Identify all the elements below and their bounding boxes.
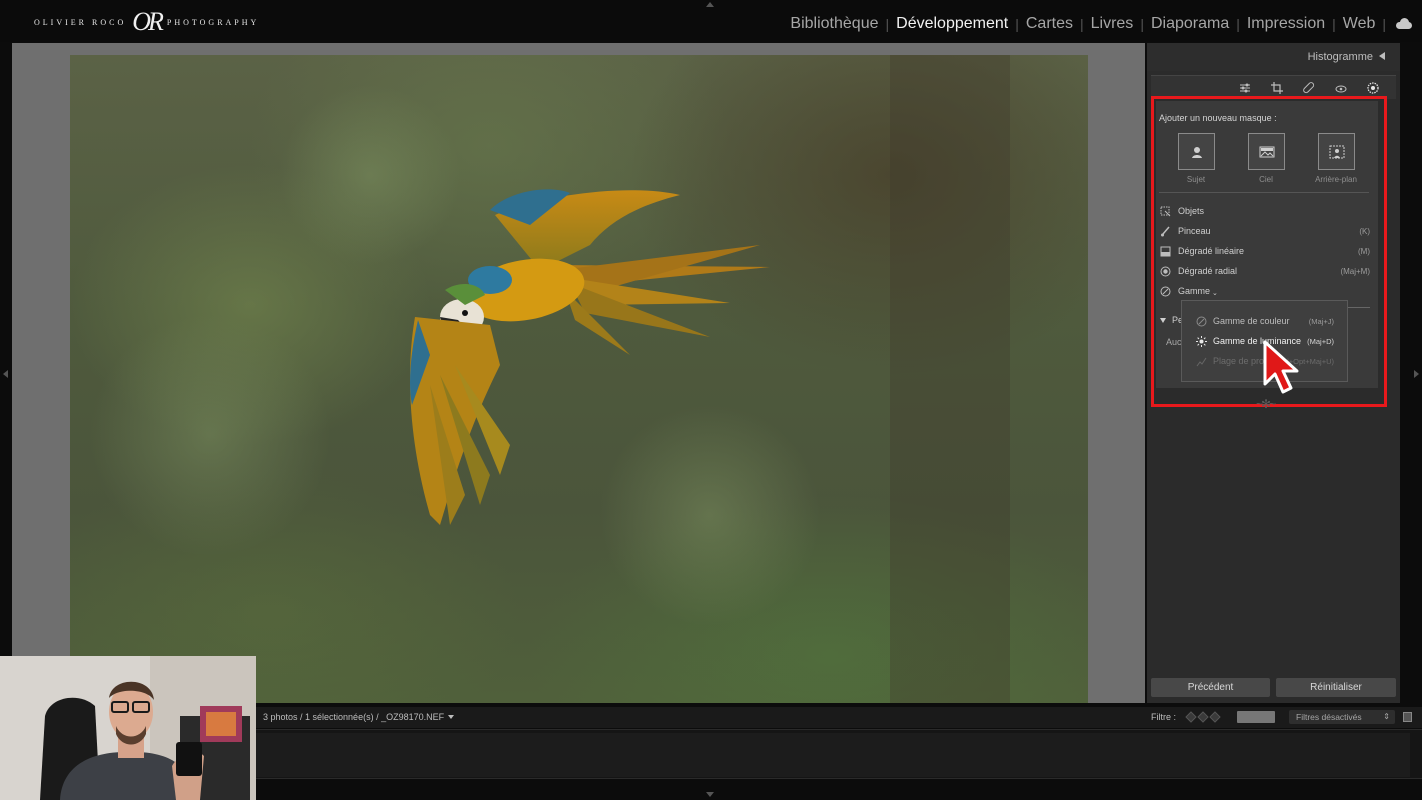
bottom-panel-toggle-icon[interactable] bbox=[706, 792, 714, 797]
filter-lock-icon[interactable] bbox=[1403, 712, 1412, 722]
presenter-illustration bbox=[0, 656, 256, 800]
panel-end-ornament: ~✻~ bbox=[1256, 397, 1276, 411]
filmstrip-info-text: 3 photos / 1 sélectionnée(s) / _OZ98170.… bbox=[263, 712, 445, 722]
sliders-icon[interactable] bbox=[1238, 81, 1252, 95]
logo-mark: OR bbox=[132, 7, 164, 36]
healing-icon[interactable] bbox=[1302, 81, 1316, 95]
module-separator: | bbox=[1382, 16, 1386, 32]
identity-plate-logo: OLIVIER ROCO OR PHOTOGRAPHY bbox=[34, 7, 260, 36]
histogram-label: Histogramme bbox=[1307, 51, 1373, 63]
lightroom-window: OLIVIER ROCO OR PHOTOGRAPHY Bibliothèque… bbox=[0, 0, 1422, 800]
source-dropdown-icon[interactable] bbox=[448, 715, 455, 719]
right-panel-toggle-icon[interactable] bbox=[1414, 370, 1419, 378]
histogram-header-content: Histogramme bbox=[1308, 51, 1385, 63]
macaw-photo[interactable] bbox=[70, 55, 1088, 703]
module-print[interactable]: Impression bbox=[1240, 15, 1332, 33]
module-slideshow[interactable]: Diaporama bbox=[1144, 15, 1236, 33]
histogram-header[interactable]: Histogramme bbox=[1147, 43, 1400, 71]
masking-icon[interactable] bbox=[1366, 81, 1380, 95]
view-mode-icons[interactable] bbox=[1237, 711, 1275, 723]
macaw-illustration bbox=[90, 55, 1010, 703]
crop-icon[interactable] bbox=[1270, 81, 1284, 95]
reset-button[interactable]: Réinitialiser bbox=[1276, 678, 1396, 697]
module-map[interactable]: Cartes bbox=[1019, 15, 1080, 33]
left-panel-toggle-icon[interactable] bbox=[3, 370, 8, 378]
module-book[interactable]: Livres bbox=[1084, 15, 1141, 33]
cloud-sync-icon[interactable] bbox=[1394, 17, 1414, 31]
panel-bottom-buttons: Précédent Réinitialiser bbox=[1147, 672, 1400, 703]
module-library[interactable]: Bibliothèque bbox=[783, 15, 885, 33]
filmstrip-thumbnails-area[interactable] bbox=[256, 733, 1410, 777]
module-develop[interactable]: Développement bbox=[889, 15, 1015, 33]
module-web[interactable]: Web bbox=[1336, 15, 1383, 33]
filmstrip-source-info[interactable]: 3 photos / 1 sélectionnée(s) / _OZ98170.… bbox=[263, 712, 455, 722]
filter-label: Filtre : bbox=[1151, 712, 1177, 722]
logo-tagline: PHOTOGRAPHY bbox=[166, 17, 260, 27]
previous-button[interactable]: Précédent bbox=[1151, 678, 1270, 697]
flag-filter-icons[interactable] bbox=[1185, 711, 1225, 723]
collapse-arrow-icon[interactable] bbox=[1379, 52, 1385, 60]
redeye-icon[interactable] bbox=[1334, 81, 1348, 95]
top-panel-toggle-icon[interactable] bbox=[706, 2, 714, 7]
top-bar: OLIVIER ROCO OR PHOTOGRAPHY Bibliothèque… bbox=[0, 0, 1422, 42]
mouse-pointer-icon bbox=[1263, 340, 1299, 394]
logo-name: OLIVIER ROCO bbox=[34, 17, 127, 27]
module-picker: Bibliothèque | Développement | Cartes | … bbox=[783, 15, 1422, 33]
presenter-webcam bbox=[0, 656, 256, 800]
photo-viewer[interactable] bbox=[12, 43, 1145, 703]
filters-preset-select[interactable]: Filtres désactivés bbox=[1289, 710, 1395, 724]
